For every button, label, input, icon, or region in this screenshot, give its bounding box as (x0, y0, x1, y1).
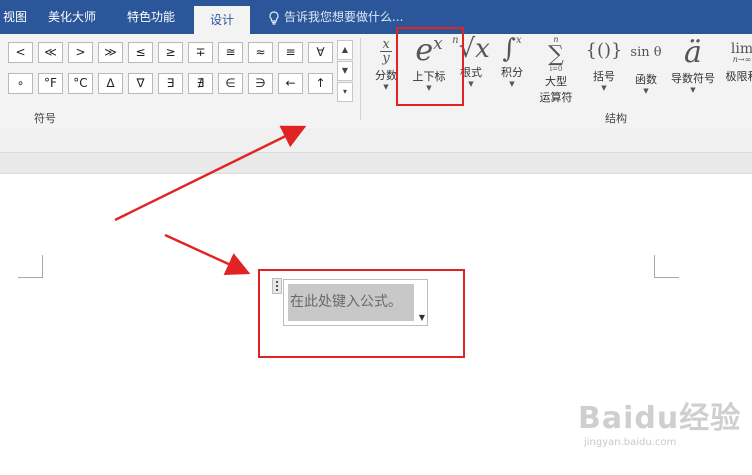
integral-label: 积分 (501, 66, 523, 79)
ribbon-footer-band (0, 128, 752, 152)
tab-design[interactable]: 设计 (194, 6, 250, 34)
highlight-script-button (396, 27, 464, 106)
symbol-button[interactable]: ≈ (248, 42, 273, 63)
summation-icon: n ∑ i=0 (548, 35, 564, 73)
symbol-button[interactable]: < (8, 42, 33, 63)
baidu-watermark: Baidu经验 jingyan.baidu.com (578, 393, 741, 448)
symbol-button[interactable]: ≡ (278, 42, 303, 63)
tab-special-features[interactable]: 特色功能 (116, 0, 186, 34)
limit-log-label: 极限和 (725, 70, 752, 83)
function-button[interactable]: sin θ 函数 ▼ (626, 46, 666, 95)
function-icon: sin θ (630, 45, 662, 60)
integral-button[interactable]: ∫x 积分 ▼ (494, 34, 530, 89)
integral-icon: ∫x (502, 34, 522, 64)
group-divider (360, 38, 361, 120)
symbol-button[interactable]: ∀ (308, 42, 333, 63)
gallery-more-icon[interactable]: ▾ (337, 82, 353, 102)
symbol-button[interactable]: °C (68, 73, 93, 94)
chevron-down-icon: ▼ (643, 87, 649, 95)
large-operator-button[interactable]: n ∑ i=0 大型 运算符 (532, 36, 580, 105)
symbol-button[interactable]: ↑ (308, 73, 333, 94)
symbol-button[interactable]: ∆ (98, 73, 123, 94)
highlight-equation-box (258, 269, 465, 358)
bracket-label: 括号 (593, 70, 615, 83)
bracket-button[interactable]: {()} 括号 ▼ (584, 40, 624, 93)
symbol-button[interactable]: ∇ (128, 73, 153, 94)
chevron-down-icon: ▼ (509, 80, 515, 88)
tab-beautify-master[interactable]: 美化大师 (38, 0, 106, 34)
symbol-button[interactable]: ∈ (218, 73, 243, 94)
ruler-band (0, 152, 752, 174)
symbol-button[interactable]: ← (278, 73, 303, 94)
lightbulb-icon (269, 10, 279, 25)
limit-icon: lim n→∞ (730, 41, 752, 64)
arrow-to-equation (164, 233, 251, 275)
symbol-button[interactable]: ∃ (158, 73, 183, 94)
symbol-gallery-scroller[interactable]: ▲ ▼ ▾ (337, 40, 353, 102)
tell-me-text: 告诉我您想要做什么... (284, 10, 404, 24)
function-label: 函数 (635, 73, 657, 86)
symbol-button[interactable]: ≫ (98, 42, 123, 63)
symbol-button[interactable]: ≤ (128, 42, 153, 63)
scroll-up-icon[interactable]: ▲ (337, 40, 353, 60)
tab-view[interactable]: 视图 (0, 0, 30, 34)
large-operator-label-2: 运算符 (539, 91, 573, 104)
symbol-button[interactable]: °F (38, 73, 63, 94)
scroll-down-icon[interactable]: ▼ (337, 61, 353, 81)
watermark-site: jingyan.baidu.com (584, 437, 677, 448)
chevron-down-icon: ▼ (690, 86, 696, 94)
page-crop-mark-left (18, 255, 43, 278)
bracket-icon: {()} (585, 40, 623, 61)
accent-label: 导数符号 (671, 72, 715, 85)
accent-icon: ä (684, 35, 702, 70)
symbol-button[interactable]: ∄ (188, 73, 213, 94)
symbol-button[interactable]: ∓ (188, 42, 213, 63)
chevron-down-icon: ▼ (601, 84, 607, 92)
symbol-button[interactable]: ∘ (8, 73, 33, 94)
page-crop-mark-right (654, 255, 679, 278)
symbols-group-label: 符号 (34, 112, 56, 125)
ribbon-tab-bar: 视图 美化大师 特色功能 设计 告诉我您想要做什么... (0, 0, 752, 34)
large-operator-label: 大型 (545, 75, 567, 88)
symbol-button[interactable]: ≪ (38, 42, 63, 63)
tell-me-search[interactable]: 告诉我您想要做什么... (268, 0, 403, 34)
accent-button[interactable]: ä 导数符号 ▼ (666, 35, 720, 95)
limit-log-button[interactable]: limn→∞ 极限和 (722, 42, 752, 84)
symbol-button[interactable]: ≥ (158, 42, 183, 63)
symbol-button[interactable]: ≅ (218, 42, 243, 63)
structures-group-label: 结构 (605, 112, 627, 125)
watermark-brand: Baidu经验 (578, 401, 742, 436)
symbol-button[interactable]: ∋ (248, 73, 273, 94)
symbol-button[interactable]: > (68, 42, 93, 63)
